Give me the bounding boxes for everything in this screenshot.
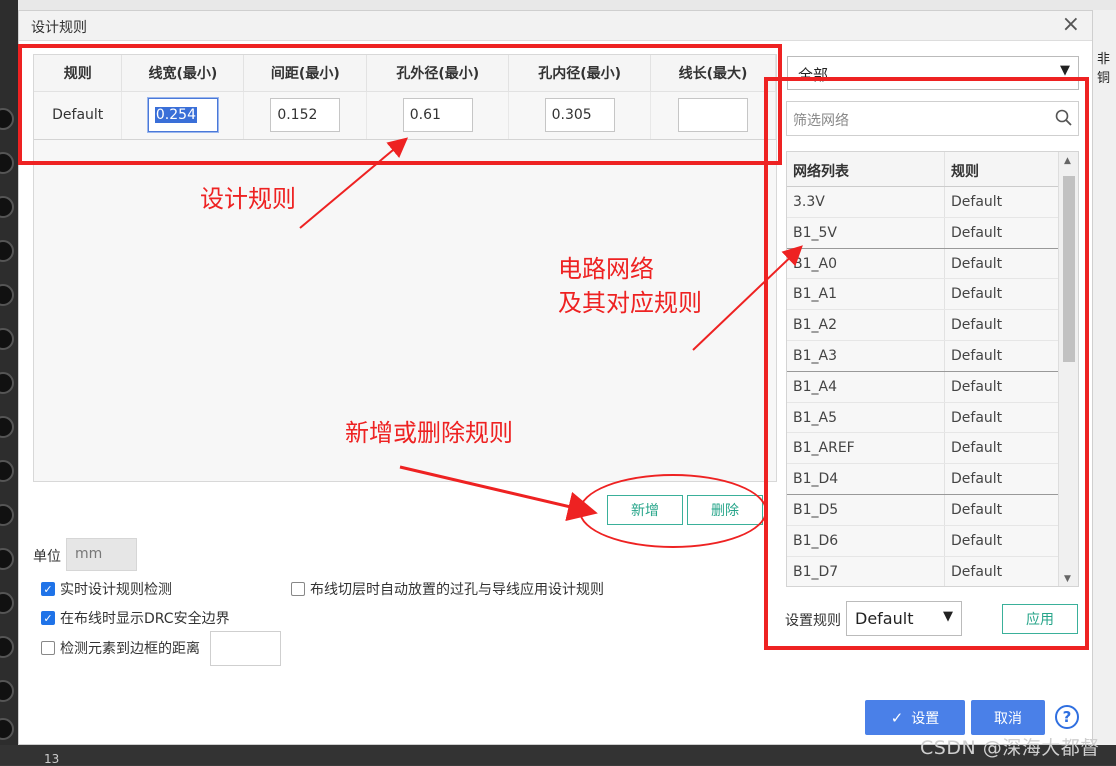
arrow-to-rules	[299, 137, 409, 229]
arrow-to-nets	[692, 245, 803, 351]
arrow-to-buttons	[399, 465, 598, 522]
annotation-arrows	[299, 137, 803, 522]
